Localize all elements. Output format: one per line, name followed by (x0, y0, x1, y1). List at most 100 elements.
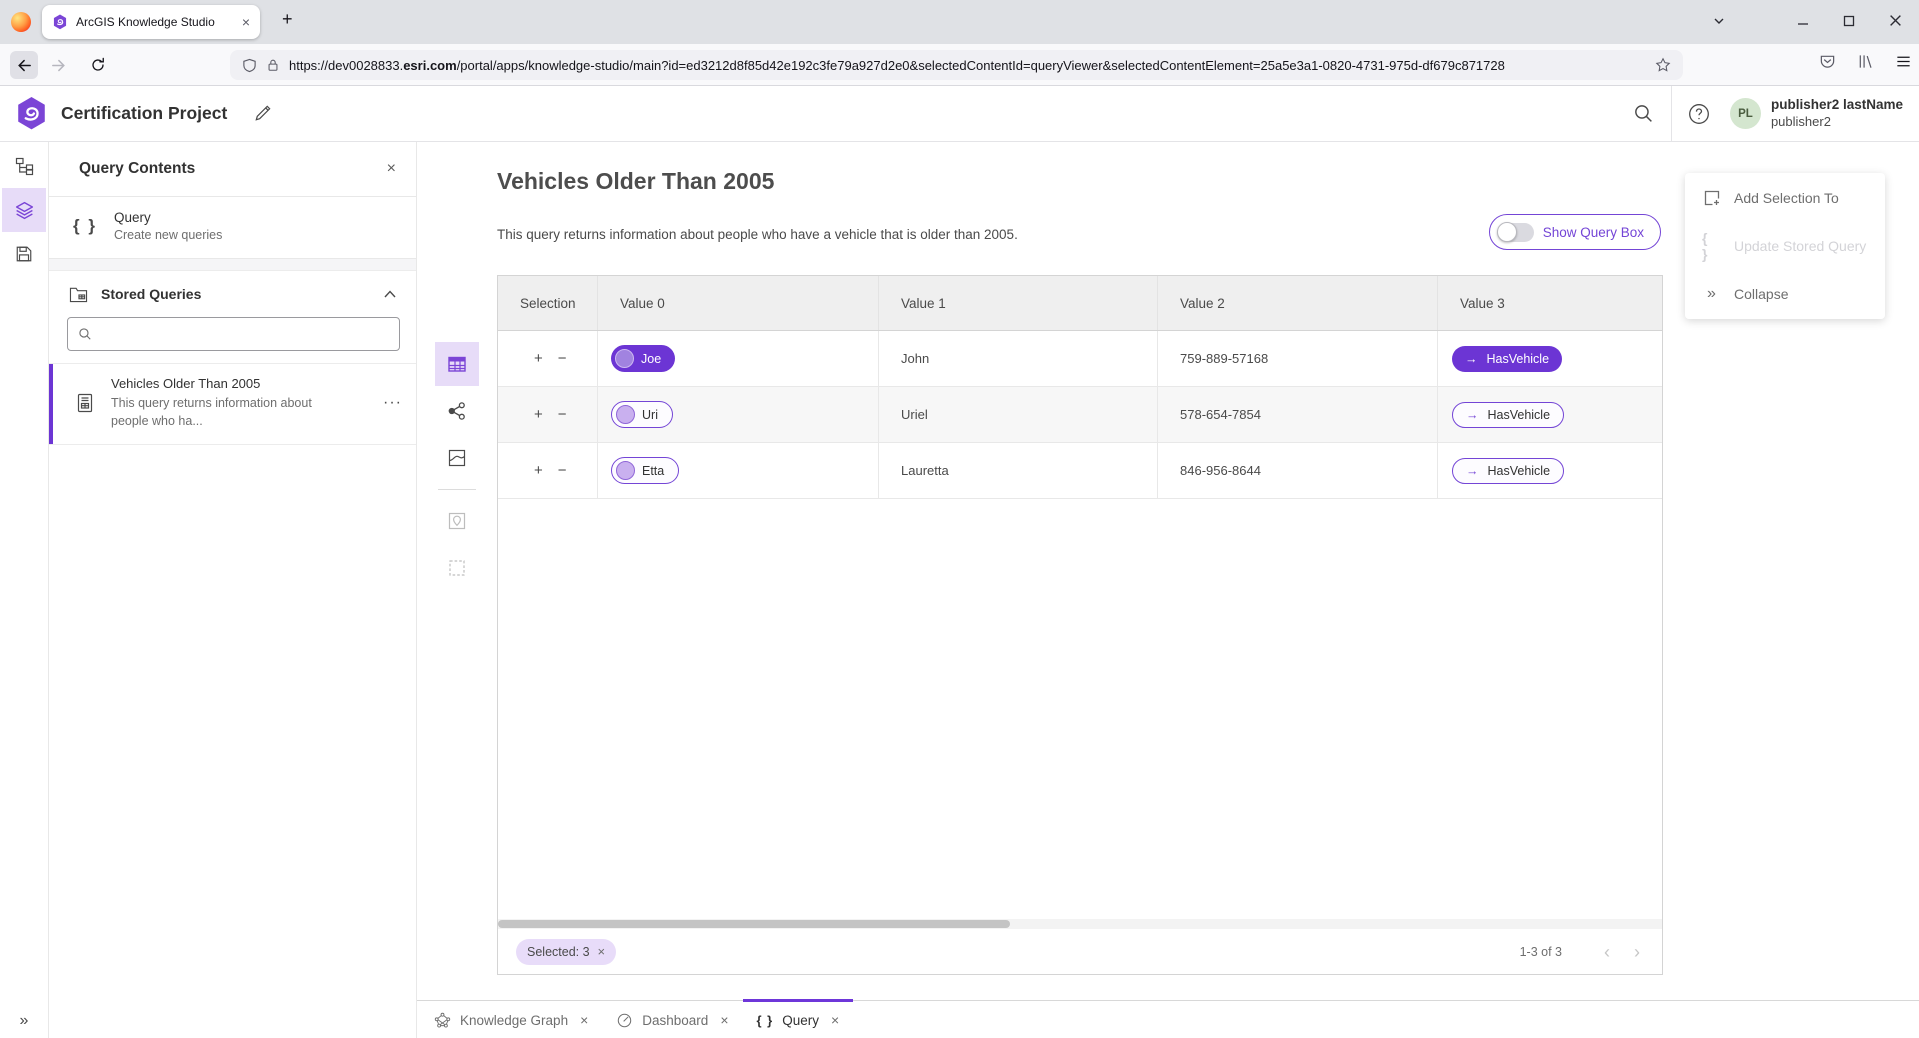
add-to-selection-button[interactable]: + (534, 350, 543, 367)
cell-value1: Uriel (879, 387, 1158, 442)
tab-list-chevron-icon[interactable] (1706, 14, 1732, 32)
user-avatar[interactable]: PL (1730, 98, 1761, 129)
table-view-button[interactable] (435, 342, 479, 386)
app-logo-icon (17, 96, 46, 131)
selection-context-menu: Add Selection To { } Update Stored Query… (1685, 173, 1885, 319)
add-to-selection-button[interactable]: + (534, 406, 543, 423)
tracking-shield-icon[interactable] (242, 58, 257, 73)
stored-queries-header[interactable]: Stored Queries (49, 271, 416, 317)
layers-icon (14, 200, 35, 221)
page-description: This query returns information about peo… (497, 227, 1018, 242)
edit-title-button[interactable] (253, 104, 272, 123)
tab-close-icon[interactable]: × (242, 15, 250, 29)
menu-item-update-stored-query: { } Update Stored Query (1685, 222, 1885, 270)
scrollbar-thumb[interactable] (498, 920, 1010, 928)
next-page-button[interactable]: › (1634, 943, 1640, 961)
relationship-chip[interactable]: → HasVehicle (1452, 458, 1564, 484)
back-button[interactable] (10, 51, 38, 79)
rail-layers-button[interactable] (2, 188, 46, 232)
remove-from-selection-button[interactable]: − (558, 406, 567, 423)
project-title: Certification Project (61, 103, 227, 124)
tab-dashboard[interactable]: Dashboard × (602, 1001, 742, 1038)
new-tab-button[interactable]: + (282, 9, 293, 30)
cell-value2: 759-889-57168 (1158, 331, 1438, 386)
user-name: publisher2 lastName (1771, 97, 1903, 114)
forward-button[interactable] (44, 51, 72, 79)
menu-item-label: Collapse (1734, 286, 1788, 302)
menu-item-collapse[interactable]: » Collapse (1685, 270, 1885, 318)
question-icon (1688, 103, 1710, 125)
query-contents-panel: Query Contents × { } Query Create new qu… (49, 142, 417, 1038)
chevron-up-icon[interactable] (384, 290, 396, 298)
entity-chip[interactable]: Etta (611, 457, 679, 484)
relationship-chip[interactable]: → HasVehicle (1452, 402, 1564, 428)
previous-page-button[interactable]: ‹ (1604, 943, 1610, 961)
toggle-track[interactable] (1497, 223, 1534, 242)
link-chart-icon (447, 401, 467, 421)
app-header: Certification Project PL publisher2 last… (0, 86, 1919, 142)
map-view-button[interactable] (435, 436, 479, 480)
map-overview-button[interactable] (435, 499, 479, 543)
toolbar-divider (438, 489, 476, 490)
new-query-item[interactable]: { } Query Create new queries (49, 197, 416, 259)
show-query-box-toggle[interactable]: Show Query Box (1489, 214, 1661, 250)
cell-value1: John (879, 331, 1158, 386)
selected-count-label: Selected: 3 (527, 945, 590, 959)
screen: ArcGIS Knowledge Studio × + htt (0, 0, 1919, 1038)
close-tab-icon[interactable]: × (831, 1012, 839, 1028)
browser-tab[interactable]: ArcGIS Knowledge Studio × (42, 5, 260, 39)
map-icon (447, 448, 467, 468)
help-button[interactable] (1672, 86, 1726, 141)
select-area-button[interactable] (435, 546, 479, 590)
relationship-chip[interactable]: → HasVehicle (1452, 346, 1562, 372)
rail-save-button[interactable] (2, 232, 46, 276)
link-chart-view-button[interactable] (435, 389, 479, 433)
column-header-value3: Value 3 (1438, 276, 1662, 330)
url-bar[interactable]: https://dev0028833.esri.com/portal/apps/… (230, 50, 1683, 80)
arrow-right-icon: → (1466, 408, 1479, 422)
hamburger-menu-icon[interactable] (1890, 53, 1916, 75)
tab-query[interactable]: { } Query × (743, 1001, 854, 1038)
pocket-icon[interactable] (1814, 53, 1840, 75)
selected-count-chip[interactable]: Selected: 3 × (516, 939, 616, 965)
close-tab-icon[interactable]: × (720, 1012, 728, 1028)
panel-close-icon[interactable]: × (387, 161, 396, 177)
stored-queries-search[interactable] (67, 317, 400, 351)
entity-chip[interactable]: Joe (611, 345, 675, 372)
menu-item-add-selection-to[interactable]: Add Selection To (1685, 174, 1885, 222)
tab-label: Knowledge Graph (460, 1013, 568, 1028)
remove-from-selection-button[interactable]: − (558, 462, 567, 479)
clear-selection-icon[interactable]: × (598, 944, 606, 959)
expand-rail-button[interactable]: » (0, 1012, 48, 1030)
library-icon[interactable] (1852, 53, 1878, 75)
search-input[interactable] (100, 327, 389, 342)
rail-data-model-button[interactable] (2, 144, 46, 188)
menu-item-label: Add Selection To (1734, 190, 1839, 206)
firefox-icon[interactable] (11, 12, 31, 32)
lock-icon[interactable] (266, 58, 280, 72)
browser-tabstrip: ArcGIS Knowledge Studio × + (0, 0, 1919, 44)
reload-button[interactable] (84, 51, 112, 79)
add-to-selection-button[interactable]: + (534, 462, 543, 479)
stored-query-title: Vehicles Older Than 2005 (111, 376, 366, 391)
url-text: https://dev0028833.esri.com/portal/apps/… (289, 58, 1646, 73)
bottom-tab-bar: Knowledge Graph × Dashboard × { } Query … (417, 1000, 1919, 1038)
window-maximize-button[interactable] (1836, 14, 1862, 32)
close-tab-icon[interactable]: × (580, 1012, 588, 1028)
window-close-button[interactable] (1882, 14, 1908, 32)
entity-chip[interactable]: Uri (611, 401, 673, 428)
remove-from-selection-button[interactable]: − (558, 350, 567, 367)
entity-node-icon (616, 405, 635, 424)
window-minimize-button[interactable] (1790, 14, 1816, 32)
tab-knowledge-graph[interactable]: Knowledge Graph × (420, 1001, 602, 1038)
user-info[interactable]: publisher2 lastName publisher2 (1771, 97, 1919, 130)
toggle-knob[interactable] (1497, 222, 1517, 242)
search-button[interactable] (1617, 86, 1671, 141)
table-row: + − Joe John 759-889-57168 → (498, 331, 1662, 387)
more-options-icon[interactable]: ··· (383, 394, 402, 412)
arrow-right-icon: → (1465, 352, 1478, 366)
stored-query-item[interactable]: Vehicles Older Than 2005 This query retu… (49, 363, 416, 445)
bookmark-star-icon[interactable] (1655, 57, 1671, 73)
table-row: + − Etta Lauretta 846-956-8644 → (498, 443, 1662, 499)
horizontal-scrollbar[interactable] (498, 919, 1662, 929)
